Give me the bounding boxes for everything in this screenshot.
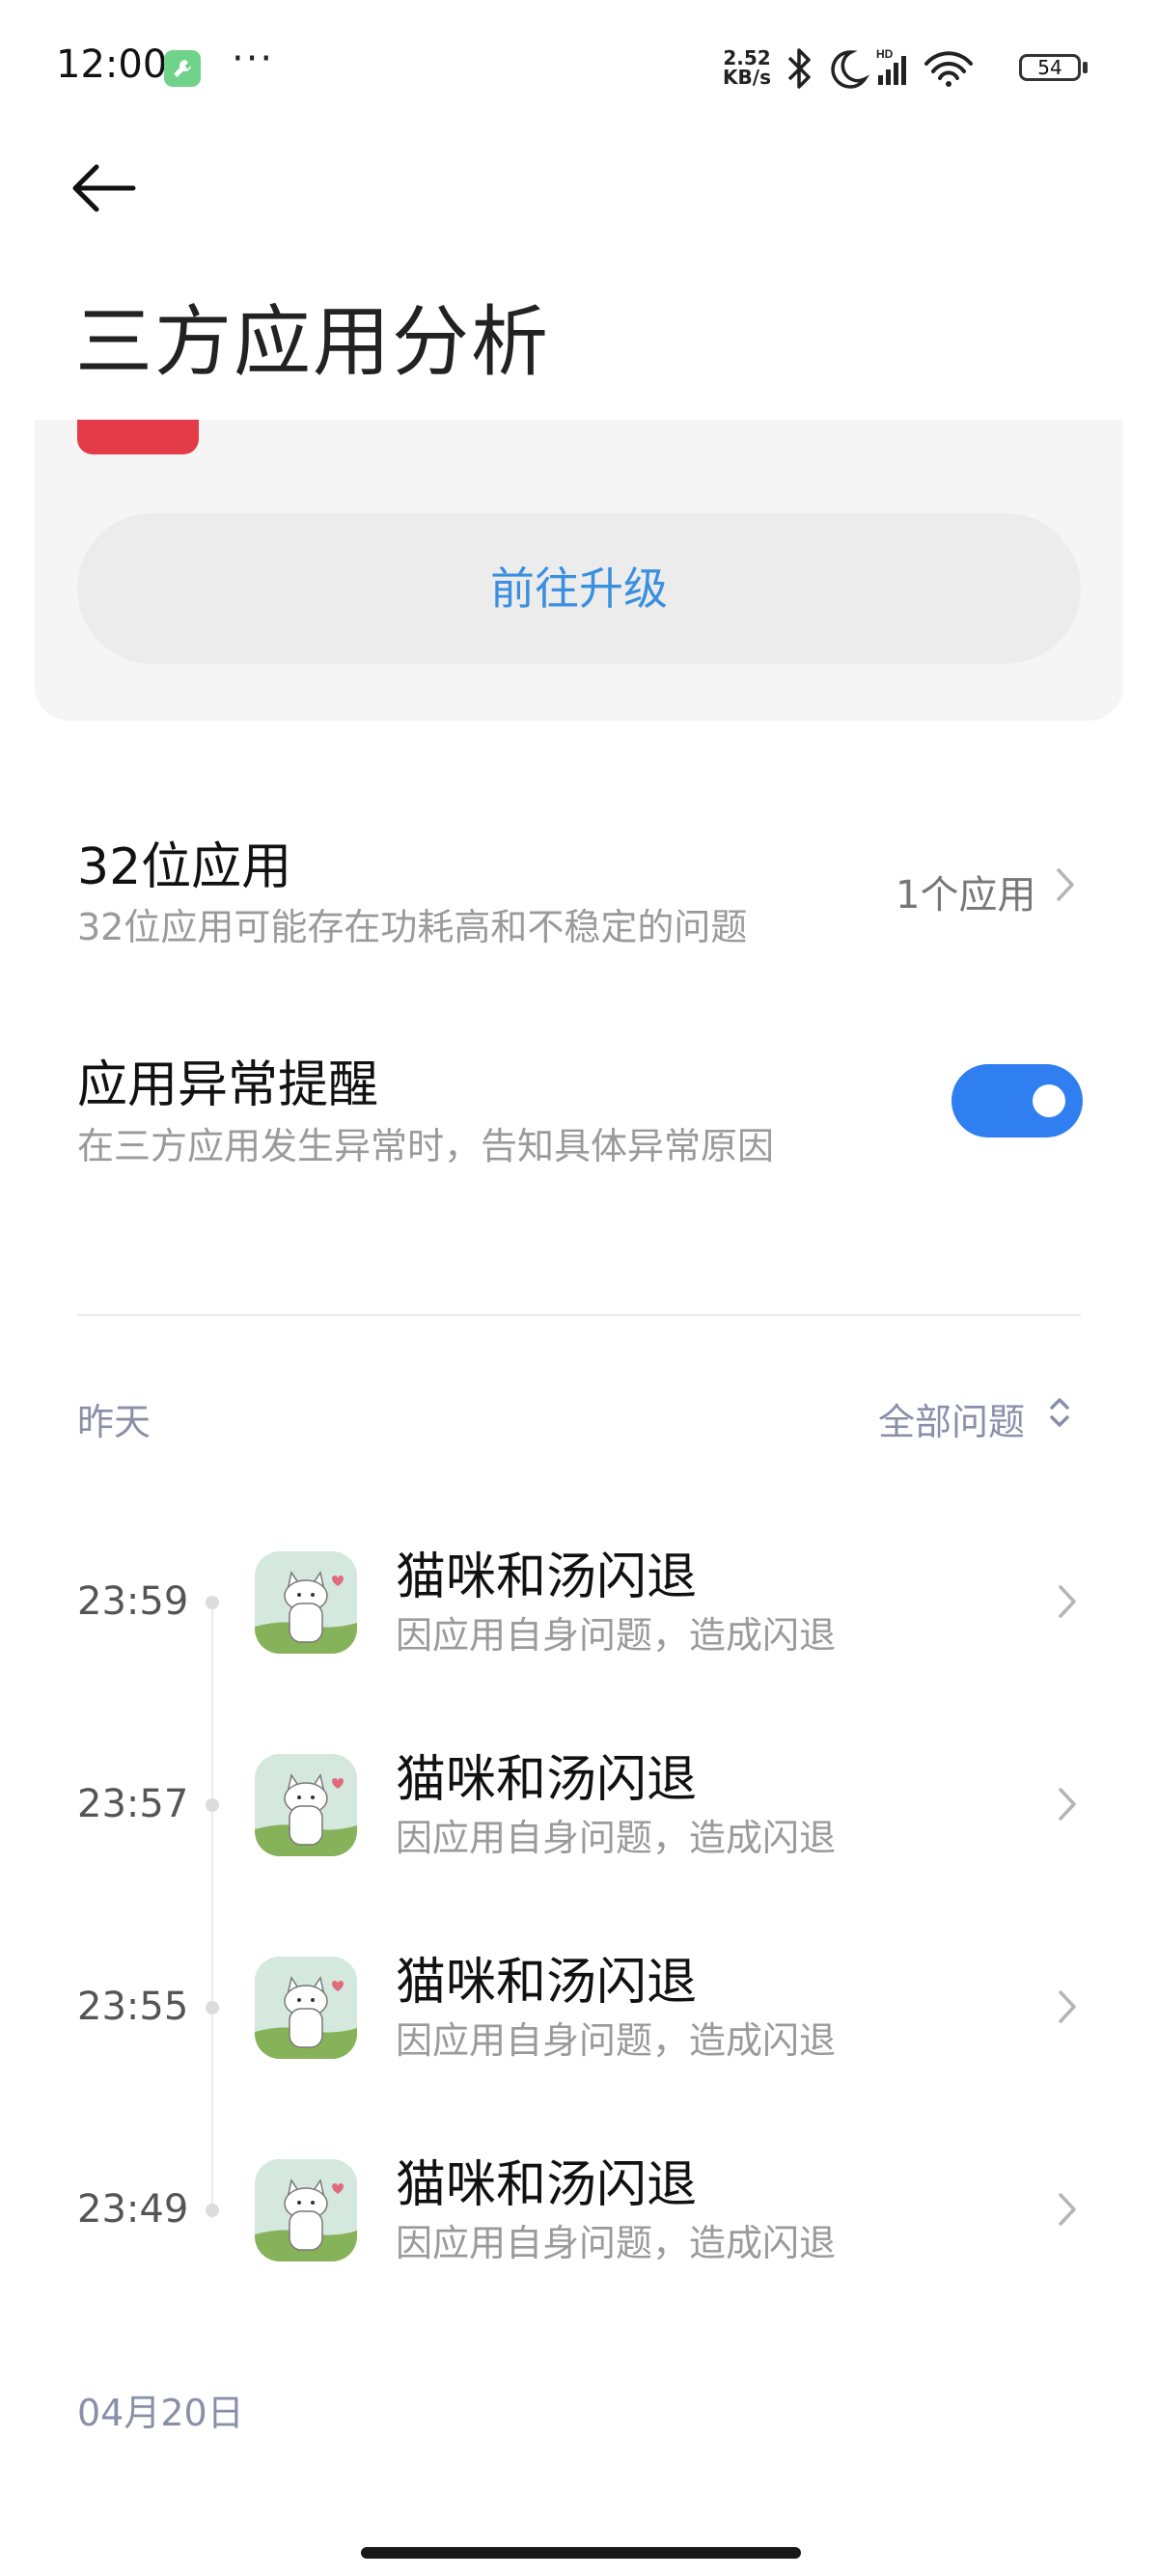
network-speed-unit: KB/s (723, 66, 771, 89)
page-title: 三方应用分析 (75, 297, 550, 387)
crash-subtitle: 因应用自身问题，造成闪退 (396, 2019, 837, 2062)
crash-title: 猫咪和汤闪退 (396, 1751, 698, 1809)
home-indicator[interactable] (361, 2547, 801, 2559)
back-button[interactable] (68, 159, 145, 217)
crash-title: 猫咪和汤闪退 (396, 2156, 698, 2214)
chevron-right-icon[interactable] (1056, 2190, 1079, 2229)
crash-list-item[interactable]: 23:59 猫咪和汤闪退因应用自身问题，造成闪退 (0, 1517, 1158, 1690)
crash-list-item[interactable]: 23:49 猫咪和汤闪退因应用自身问题，造成闪退 (0, 2124, 1158, 2298)
status-time: 12:00 (56, 42, 168, 87)
bit32-row-title[interactable]: 32位应用 (77, 826, 291, 898)
chevron-right-icon[interactable] (1056, 1582, 1079, 1621)
bit32-row-subtitle: 32位应用可能存在功耗高和不稳定的问题 (77, 906, 748, 948)
crash-time: 23:57 (77, 1782, 189, 1826)
signal-icon: HD (876, 47, 906, 85)
cat-app-icon (255, 1551, 357, 1654)
crash-title: 猫咪和汤闪退 (396, 1548, 698, 1606)
upgrade-button[interactable]: 前往升级 (77, 513, 1081, 664)
moon-icon (831, 50, 870, 89)
chevron-right-icon[interactable] (1056, 1785, 1079, 1823)
timeline-dot (206, 1798, 219, 1812)
section-label-yesterday: 昨天 (77, 1401, 152, 1443)
crash-title: 猫咪和汤闪退 (396, 1954, 698, 2012)
crash-time: 23:55 (77, 1985, 189, 2029)
cat-app-icon (255, 1957, 357, 2059)
crash-subtitle: 因应用自身问题，造成闪退 (396, 2222, 837, 2264)
crash-time: 23:59 (77, 1579, 189, 1624)
cat-app-icon (255, 2159, 357, 2261)
divider (77, 1314, 1081, 1316)
crash-subtitle: 因应用自身问题，造成闪退 (396, 1817, 837, 1859)
red-badge (77, 420, 199, 454)
bit32-row-value[interactable]: 1个应用 (896, 863, 1035, 919)
filter-dropdown[interactable]: 全部问题 (878, 1392, 1025, 1445)
more-notifications-icon: ··· (232, 37, 275, 81)
svg-text:HD: HD (876, 47, 894, 61)
wrench-app-icon (164, 50, 201, 87)
network-speed: 2.52 KB/s (718, 48, 776, 87)
arrow-left-icon (72, 164, 136, 212)
wifi-icon (924, 51, 973, 87)
timeline-dot (206, 2204, 219, 2217)
bluetooth-icon (787, 48, 811, 89)
toggle-knob (1033, 1084, 1065, 1117)
chevron-right-icon[interactable] (1054, 865, 1077, 904)
crash-time: 23:49 (77, 2187, 189, 2232)
upgrade-button-label: 前往升级 (490, 562, 668, 615)
timeline-dot (206, 1596, 219, 1609)
cat-app-icon (255, 1754, 357, 1856)
chevron-updown-icon[interactable] (1046, 1393, 1073, 1432)
battery-level: 54 (1037, 56, 1062, 79)
crash-subtitle: 因应用自身问题，造成闪退 (396, 1614, 837, 1657)
timeline-dot (206, 2001, 219, 2014)
battery-tip (1083, 62, 1088, 73)
network-speed-value: 2.52 (723, 46, 771, 69)
app-alert-row-subtitle: 在三方应用发生异常时，告知具体异常原因 (77, 1125, 775, 1167)
chevron-right-icon[interactable] (1056, 1987, 1079, 2026)
app-alert-row-title: 应用异常提醒 (77, 1056, 379, 1114)
crash-list-item[interactable]: 23:57 猫咪和汤闪退因应用自身问题，造成闪退 (0, 1719, 1158, 1893)
section-label-date: 04月20日 (77, 2392, 244, 2434)
crash-list-item[interactable]: 23:55 猫咪和汤闪退因应用自身问题，造成闪退 (0, 1922, 1158, 2096)
